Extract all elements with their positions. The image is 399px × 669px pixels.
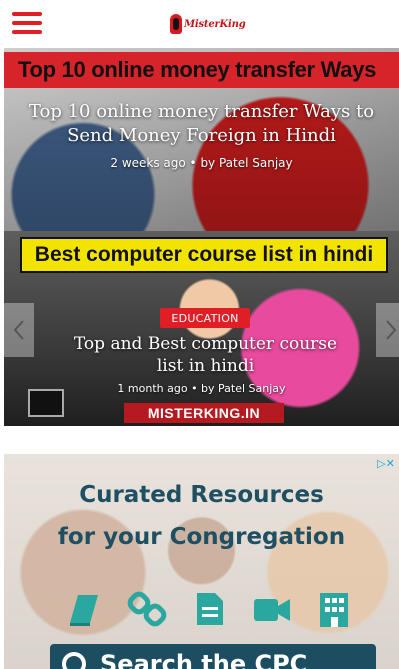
slide-title[interactable]: Top and Best computer course list in hin… [64, 333, 347, 377]
chevron-left-icon [13, 320, 24, 340]
book-icon [64, 589, 104, 629]
slide-image-banner: Top 10 online money transfer Ways [4, 52, 399, 88]
app-header: MisterKing [0, 0, 399, 48]
logo-text: MisterKing [184, 18, 246, 30]
ad-subheadline: for your Congregation [57, 524, 346, 550]
watermark-text: MISTERKING.IN [124, 403, 284, 423]
link-icon [127, 589, 167, 629]
ad-headline: Curated Resources [79, 482, 324, 508]
slider-prev-button[interactable] [4, 303, 34, 357]
building-icon [314, 589, 354, 629]
slide-title[interactable]: Top 10 online money transfer Ways to Sen… [4, 100, 399, 148]
advertisement[interactable]: ▷✕ Curated Resources for your Congregati… [4, 454, 399, 669]
slide-image-banner: Best computer course list in hindi [20, 237, 388, 273]
document-icon [189, 589, 229, 629]
watermark-logo [28, 389, 64, 417]
slide-meta: 2 weeks ago • by Patel Sanjay [110, 156, 293, 170]
slider-item-2[interactable]: Best computer course list in hindi EDUCA… [4, 231, 399, 426]
ad-search-label: Search the CPC [100, 650, 308, 669]
slider-next-button[interactable] [376, 303, 399, 357]
ad-icon-row [64, 586, 354, 632]
ad-search-button[interactable]: Search the CPC [50, 644, 376, 669]
logo-icon [170, 14, 182, 34]
category-badge[interactable]: EDUCATION [160, 308, 250, 328]
video-icon [252, 589, 292, 629]
site-logo[interactable]: MisterKing [170, 12, 246, 36]
chevron-right-icon [386, 320, 397, 340]
ad-choices-icon[interactable]: ▷✕ [375, 456, 397, 470]
hamburger-menu-icon[interactable] [12, 12, 42, 36]
search-icon [62, 652, 86, 669]
slider-item-1[interactable]: Top 10 online money transfer Ways Top 10… [4, 48, 399, 231]
